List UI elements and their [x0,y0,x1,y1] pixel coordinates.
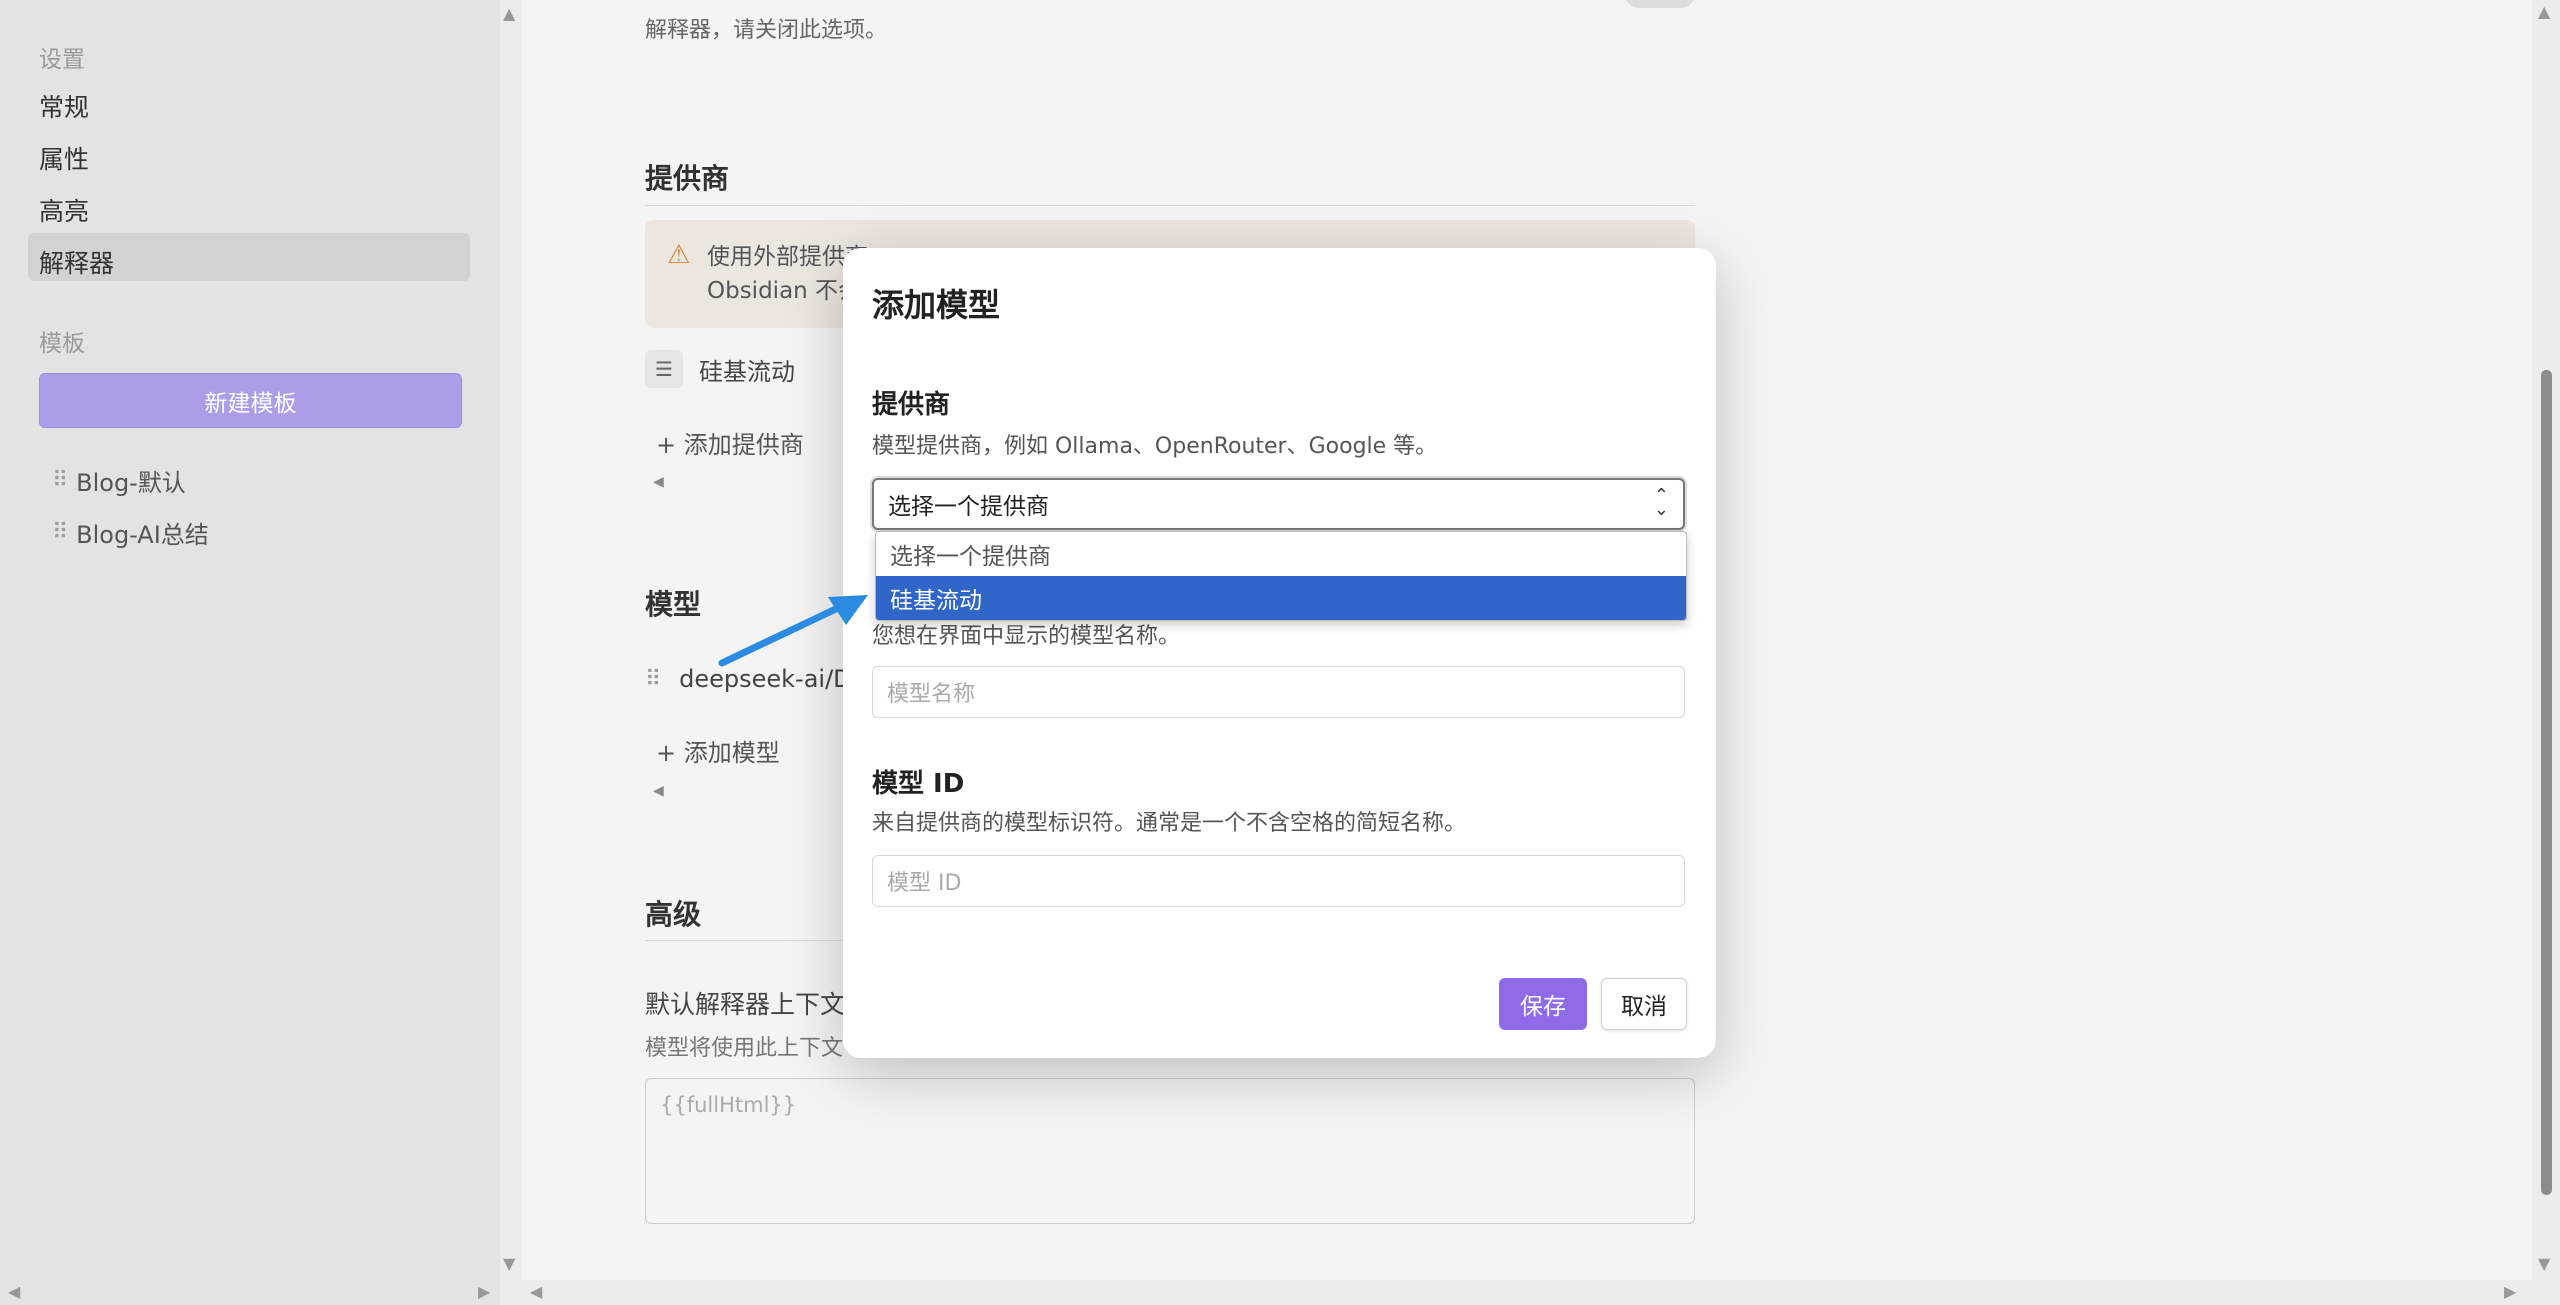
drag-handle-icon[interactable]: ⠿ [645,667,661,692]
template-label: Blog-默认 [76,469,186,497]
model-id-input[interactable]: 模型 ID [872,855,1685,907]
context-label: 默认解释器上下文 [645,990,846,1019]
advanced-section-title: 高级 [645,898,702,931]
context-placeholder: {{fullHtml}} [660,1093,797,1117]
template-item[interactable]: ⠿ Blog-AI总结 [52,515,209,550]
add-provider-button[interactable]: + 添加提供商 [656,425,804,460]
template-item[interactable]: ⠿ Blog-默认 [52,463,186,498]
context-textarea[interactable]: {{fullHtml}} [645,1078,1695,1224]
scroll-left-icon[interactable]: ◀ [653,783,664,799]
chevron-up-down-icon: ⌃ ⌄ [1653,485,1669,520]
scroll-left-icon[interactable]: ◀ [530,1284,542,1300]
scrollbar-thumb[interactable] [2541,370,2552,1195]
scroll-down-icon[interactable]: ▼ [2538,1256,2550,1272]
provider-dropdown-list: 选择一个提供商 硅基流动 [875,531,1687,621]
dropdown-option[interactable]: 选择一个提供商 [876,532,1686,576]
drag-handle-icon[interactable]: ⠿ [52,520,68,545]
provider-select-value: 选择一个提供商 [888,494,1049,520]
model-name-input[interactable]: 模型名称 [872,666,1685,718]
provider-name: 硅基流动 [699,357,795,386]
provider-select[interactable]: 选择一个提供商 ⌃ ⌄ [872,478,1685,530]
model-name-description: 您想在界面中显示的模型名称。 [872,624,1181,649]
sidebar-item-interpreter[interactable]: 解释器 [39,244,114,280]
model-id-label: 模型 ID [872,769,965,799]
drag-handle-icon[interactable]: ⠿ [52,468,68,493]
section-divider [645,205,1695,206]
settings-sidebar: 设置 常规 属性 高亮 解释器 模板 新建模板 ⠿ Blog-默认 ⠿ Blog… [0,0,500,1305]
templates-heading: 模板 [39,331,85,357]
dropdown-option-highlighted[interactable]: 硅基流动 [876,576,1686,620]
models-section-title: 模型 [645,588,702,621]
provider-row[interactable]: ☰ 硅基流动 [645,350,795,388]
scroll-right-icon[interactable]: ▶ [2504,1284,2516,1300]
sidebar-scrollbar[interactable]: ▲ ▼ [500,0,522,1305]
model-id-description: 来自提供商的模型标识符。通常是一个不含空格的简短名称。 [872,811,1467,836]
scroll-up-icon[interactable]: ▲ [2538,4,2550,20]
toggle-switch[interactable] [1625,0,1695,8]
sidebar-item-highlight[interactable]: 高亮 [39,192,89,228]
scroll-down-icon[interactable]: ▼ [503,1256,515,1272]
scroll-right-icon[interactable]: ▶ [478,1284,490,1300]
warning-icon: ⚠ [667,240,691,270]
cancel-button[interactable]: 取消 [1601,978,1687,1030]
setting-description: 解释器，请关闭此选项。 [645,18,888,43]
providers-section-title: 提供商 [645,162,730,195]
provider-label: 提供商 [872,390,951,420]
callout-arrow-icon [718,595,868,667]
add-model-button[interactable]: + 添加模型 [656,733,780,768]
context-description: 模型将使用此上下文 [645,1036,844,1061]
dialog-title: 添加模型 [872,286,1001,324]
horizontal-scrollbar[interactable]: ◀ ▶ [522,1280,2532,1305]
sidebar-item-general[interactable]: 常规 [39,88,89,124]
provider-icon: ☰ [645,350,683,388]
sidebar-item-properties[interactable]: 属性 [39,140,89,176]
scroll-left-icon[interactable]: ◀ [8,1284,20,1300]
new-template-button[interactable]: 新建模板 [39,373,462,428]
provider-description: 模型提供商，例如 Ollama、OpenRouter、Google 等。 [872,434,1438,459]
save-button[interactable]: 保存 [1499,978,1587,1030]
scroll-left-icon[interactable]: ◀ [653,474,664,490]
template-label: Blog-AI总结 [76,521,209,549]
settings-heading: 设置 [39,47,85,73]
add-model-dialog: 添加模型 提供商 模型提供商，例如 Ollama、OpenRouter、Goog… [843,248,1716,1058]
scroll-up-icon[interactable]: ▲ [503,6,515,22]
